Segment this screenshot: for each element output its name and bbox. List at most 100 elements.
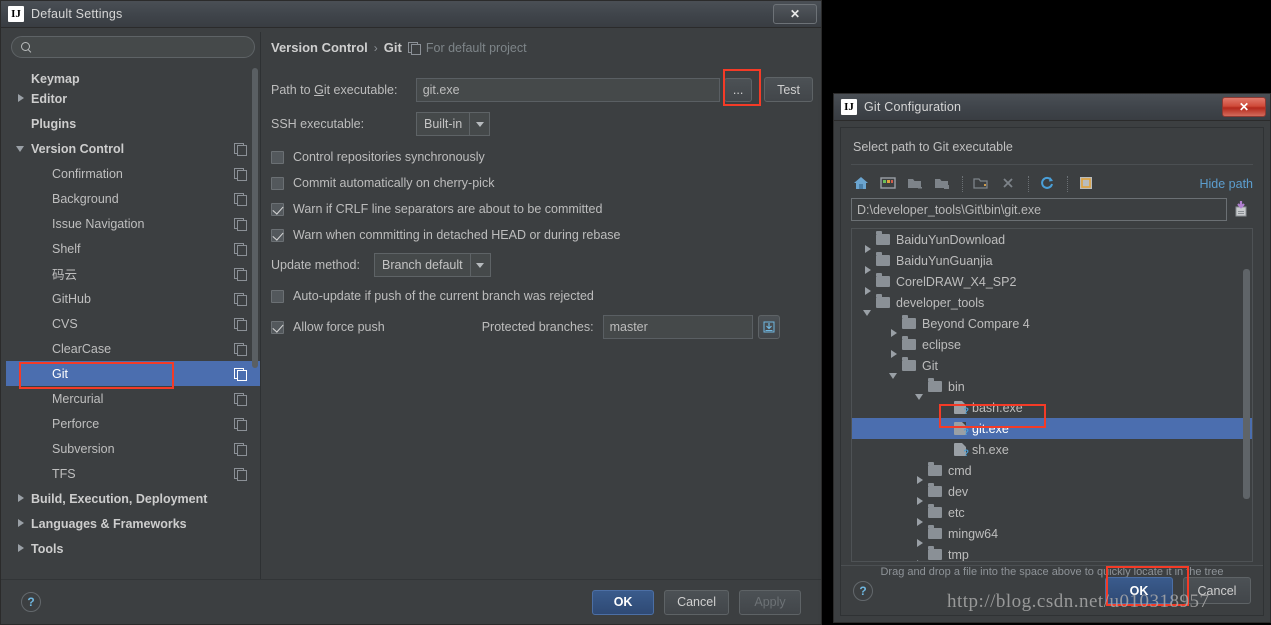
help-button[interactable]: ? bbox=[21, 592, 41, 612]
protected-branches-input[interactable]: master bbox=[602, 315, 753, 339]
sidebar-item-version-control[interactable]: Version Control bbox=[6, 136, 260, 161]
sidebar-item-background[interactable]: Background bbox=[6, 186, 260, 211]
sidebar-item-github[interactable]: GitHub bbox=[6, 286, 260, 311]
file-tree-row[interactable]: eclipse bbox=[852, 334, 1252, 358]
settings-cancel-button[interactable]: Cancel bbox=[664, 589, 729, 615]
sidebar-item-clearcase[interactable]: ClearCase bbox=[6, 336, 260, 361]
file-tree-row[interactable]: developer_tools bbox=[852, 292, 1252, 316]
auto-update-row[interactable]: Auto-update if push of the current branc… bbox=[271, 289, 813, 303]
git-config-help-button[interactable]: ? bbox=[853, 580, 873, 601]
settings-category-tree[interactable]: Keymap Editor Plugins Version Control Confir… bbox=[6, 64, 260, 579]
git-option-row[interactable]: Control repositories synchronously bbox=[271, 150, 813, 164]
file-tree-row[interactable]: Git bbox=[852, 355, 1252, 379]
git-option-row[interactable]: Warn if CRLF line separators are about t… bbox=[271, 202, 813, 216]
checkbox[interactable] bbox=[271, 176, 284, 190]
sidebar-item-mercurial[interactable]: Mercurial bbox=[6, 386, 260, 411]
project-settings-copy-icon[interactable] bbox=[234, 417, 247, 431]
file-tree-row[interactable]: BaiduYunDownload bbox=[852, 229, 1252, 253]
project-settings-copy-icon[interactable] bbox=[234, 167, 247, 181]
git-path-input[interactable]: git.exe bbox=[415, 77, 721, 102]
sidebar-item-git[interactable]: Git bbox=[6, 361, 260, 386]
project-settings-copy-icon[interactable] bbox=[234, 442, 247, 456]
chevron-right-icon[interactable] bbox=[16, 518, 27, 529]
paste-path-icon[interactable] bbox=[1231, 199, 1253, 221]
project-settings-copy-icon[interactable] bbox=[234, 467, 247, 481]
allow-force-push-checkbox[interactable] bbox=[271, 320, 284, 334]
project-settings-copy-icon[interactable] bbox=[234, 292, 247, 306]
breadcrumb-part-1[interactable]: Version Control bbox=[271, 40, 368, 55]
sidebar-item-tools[interactable]: Tools bbox=[6, 536, 260, 561]
file-tree-row[interactable]: sh.exe bbox=[852, 439, 1252, 460]
chevron-down-icon[interactable] bbox=[16, 143, 27, 154]
file-tree-label: sh.exe bbox=[972, 442, 1009, 457]
desktop-icon[interactable] bbox=[878, 173, 900, 195]
file-tree-row[interactable]: Beyond Compare 4 bbox=[852, 313, 1252, 337]
file-tree-row[interactable]: etc bbox=[852, 502, 1252, 526]
sidebar-item-tfs[interactable]: TFS bbox=[6, 461, 260, 486]
sidebar-item-perforce[interactable]: Perforce bbox=[6, 411, 260, 436]
chevron-right-icon[interactable] bbox=[16, 493, 27, 504]
search-input[interactable] bbox=[32, 39, 245, 55]
new-folder-icon[interactable] bbox=[971, 173, 993, 195]
sidebar-item-cvs[interactable]: CVS bbox=[6, 311, 260, 336]
file-tree-row[interactable]: tmp bbox=[852, 544, 1252, 561]
git-path-test-button[interactable]: Test bbox=[764, 77, 813, 102]
show-hidden-files-icon[interactable] bbox=[1076, 173, 1098, 195]
git-config-close-button[interactable]: ✕ bbox=[1222, 97, 1266, 117]
settings-search-box[interactable] bbox=[11, 36, 255, 58]
chevron-right-icon[interactable] bbox=[16, 543, 27, 554]
checkbox[interactable] bbox=[271, 150, 284, 164]
git-path-browse-button[interactable]: ... bbox=[724, 77, 753, 102]
sidebar-item-confirmation[interactable]: Confirmation bbox=[6, 161, 260, 186]
home-icon[interactable] bbox=[851, 173, 873, 195]
git-option-row[interactable]: Warn when committing in detached HEAD or… bbox=[271, 228, 813, 242]
path-input[interactable]: D:\developer_tools\Git\bin\git.exe bbox=[851, 198, 1227, 221]
project-settings-copy-icon[interactable] bbox=[234, 342, 247, 356]
chevron-right-icon[interactable] bbox=[16, 93, 27, 104]
project-settings-copy-icon[interactable] bbox=[234, 192, 247, 206]
settings-close-button[interactable]: ✕ bbox=[773, 4, 817, 24]
project-settings-copy-icon[interactable] bbox=[234, 242, 247, 256]
sidebar-item-[interactable]: 码云 bbox=[6, 261, 260, 286]
ssh-executable-select[interactable]: Built-in bbox=[416, 112, 491, 136]
file-tree-row[interactable]: dev bbox=[852, 481, 1252, 505]
sidebar-item-build-execution-deployment[interactable]: Build, Execution, Deployment bbox=[6, 486, 260, 511]
file-tree-row[interactable]: BaiduYunGuanjia bbox=[852, 250, 1252, 274]
file-tree-row[interactable]: cmd bbox=[852, 460, 1252, 484]
delete-icon[interactable] bbox=[998, 173, 1020, 195]
sidebar-item-languages-frameworks[interactable]: Languages & Frameworks bbox=[6, 511, 260, 536]
checkbox[interactable] bbox=[271, 202, 284, 216]
settings-ok-button[interactable]: OK bbox=[592, 589, 655, 615]
hide-path-link[interactable]: Hide path bbox=[1199, 177, 1253, 191]
update-method-select[interactable]: Branch default bbox=[374, 253, 491, 277]
file-tree-row[interactable]: git.exe bbox=[852, 418, 1252, 439]
project-settings-copy-icon[interactable] bbox=[234, 317, 247, 331]
git-option-row[interactable]: Commit automatically on cherry-pick bbox=[271, 176, 813, 190]
project-settings-copy-icon[interactable] bbox=[234, 392, 247, 406]
sidebar-item-shelf[interactable]: Shelf bbox=[6, 236, 260, 261]
protected-branches-expand-button[interactable] bbox=[757, 315, 780, 339]
file-tree-row[interactable]: mingw64 bbox=[852, 523, 1252, 547]
file-tree-scrollbar[interactable] bbox=[1243, 269, 1250, 499]
intellij-logo-icon: IJ bbox=[8, 6, 24, 22]
project-settings-copy-icon[interactable] bbox=[234, 217, 247, 231]
folder-icon bbox=[876, 294, 890, 308]
sidebar-item-subversion[interactable]: Subversion bbox=[6, 436, 260, 461]
sidebar-item-issue-navigation[interactable]: Issue Navigation bbox=[6, 211, 260, 236]
collapse-all-icon[interactable] bbox=[932, 173, 954, 195]
auto-update-checkbox[interactable] bbox=[271, 289, 284, 303]
project-settings-copy-icon[interactable] bbox=[234, 142, 247, 156]
sidebar-scrollbar[interactable] bbox=[252, 68, 258, 368]
sidebar-item-keymap[interactable]: Keymap bbox=[6, 64, 260, 86]
expand-all-icon[interactable] bbox=[905, 173, 927, 195]
sidebar-item-plugins[interactable]: Plugins bbox=[6, 111, 260, 136]
project-settings-copy-icon[interactable] bbox=[234, 267, 247, 281]
checkbox[interactable] bbox=[271, 228, 284, 242]
refresh-icon[interactable] bbox=[1037, 173, 1059, 195]
file-tree[interactable]: BaiduYunDownload BaiduYunGuanjia CorelDRAW… bbox=[851, 228, 1253, 562]
sidebar-item-editor[interactable]: Editor bbox=[6, 86, 260, 111]
file-tree-row[interactable]: bin bbox=[852, 376, 1252, 400]
project-settings-copy-icon[interactable] bbox=[234, 367, 247, 381]
file-tree-row[interactable]: CorelDRAW_X4_SP2 bbox=[852, 271, 1252, 295]
file-tree-row[interactable]: bash.exe bbox=[852, 397, 1252, 418]
